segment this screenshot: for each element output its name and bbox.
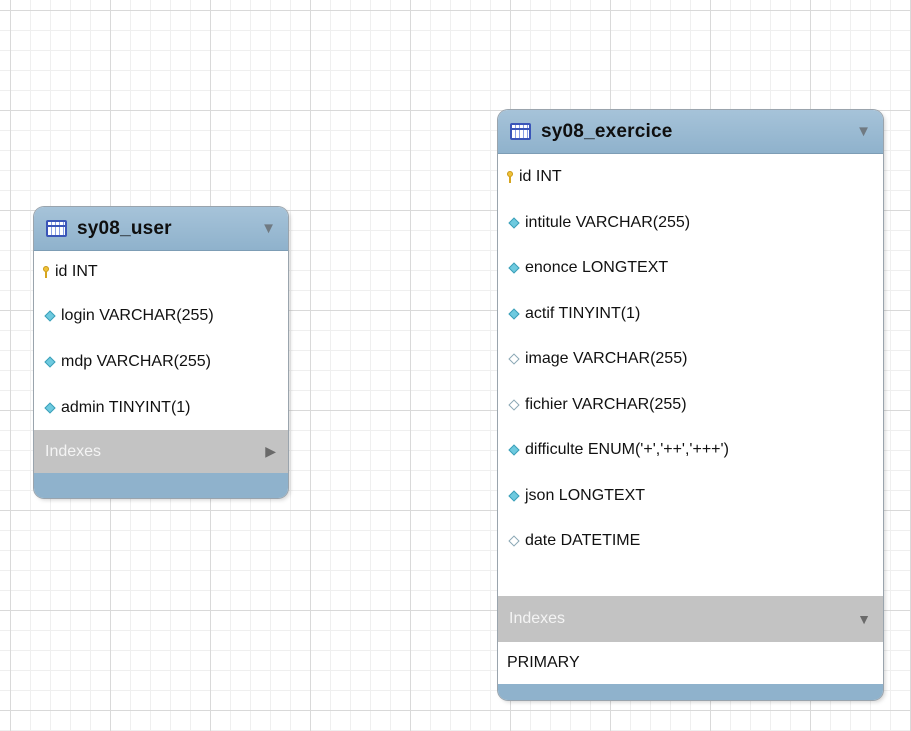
entity-sy08-user[interactable]: sy08_user ▼ id INT login VARCHAR(255) md… xyxy=(34,207,288,498)
table-icon xyxy=(510,123,531,140)
hollow-diamond-icon xyxy=(508,535,520,547)
column-row[interactable]: login VARCHAR(255) xyxy=(34,293,288,339)
column-row[interactable]: image VARCHAR(255) xyxy=(498,336,883,382)
column-label: actif TINYINT(1) xyxy=(525,304,641,322)
filled-diamond-icon xyxy=(508,444,520,456)
column-list: id INT login VARCHAR(255) mdp VARCHAR(25… xyxy=(34,251,288,430)
entity-title: sy08_exercice xyxy=(541,120,673,142)
filled-diamond-icon xyxy=(508,216,520,229)
column-label: admin TINYINT(1) xyxy=(61,398,191,416)
indexes-label: Indexes xyxy=(509,610,566,627)
filled-diamond-icon xyxy=(44,401,56,414)
entity-header[interactable]: sy08_exercice ▼ xyxy=(498,110,883,154)
column-label: enonce LONGTEXT xyxy=(525,259,669,276)
entity-footer xyxy=(34,473,288,498)
filled-diamond-icon xyxy=(44,356,56,368)
collapse-arrow-icon[interactable]: ▼ xyxy=(856,123,871,140)
filled-diamond-icon xyxy=(508,307,520,320)
column-row[interactable]: difficulte ENUM('+','++','+++') xyxy=(498,427,883,473)
column-label: login VARCHAR(255) xyxy=(61,307,214,324)
column-label: difficulte ENUM('+','++','+++') xyxy=(525,441,729,458)
column-row[interactable]: actif TINYINT(1) xyxy=(498,291,883,336)
indexes-bar[interactable]: Indexes ▼ xyxy=(498,596,883,642)
column-label: date DATETIME xyxy=(525,532,641,549)
filled-diamond-icon xyxy=(44,310,56,322)
column-label: json LONGTEXT xyxy=(525,486,646,504)
column-label: id INT xyxy=(519,168,562,185)
primary-key-icon xyxy=(43,266,49,278)
column-row[interactable]: fichier VARCHAR(255) xyxy=(498,382,883,427)
column-row[interactable]: json LONGTEXT xyxy=(498,473,883,518)
table-icon xyxy=(46,220,67,237)
entity-sy08-exercice[interactable]: sy08_exercice ▼ id INT intitule VARCHAR(… xyxy=(498,110,883,700)
column-list: id INT intitule VARCHAR(255) enonce LONG… xyxy=(498,154,883,596)
filled-diamond-icon xyxy=(508,489,520,502)
expand-arrow-icon[interactable]: ▶ xyxy=(265,443,276,460)
entity-title: sy08_user xyxy=(77,217,172,239)
column-row[interactable]: intitule VARCHAR(255) xyxy=(498,200,883,245)
column-row[interactable]: admin TINYINT(1) xyxy=(34,385,288,430)
column-row[interactable]: id INT xyxy=(34,251,288,293)
indexes-label: Indexes xyxy=(45,442,102,460)
column-row[interactable]: enonce LONGTEXT xyxy=(498,245,883,291)
column-label: mdp VARCHAR(255) xyxy=(61,353,211,370)
column-label: fichier VARCHAR(255) xyxy=(525,395,687,413)
entity-footer xyxy=(498,684,883,700)
hollow-diamond-icon xyxy=(508,398,520,411)
collapse-arrow-icon[interactable]: ▼ xyxy=(261,220,276,237)
hollow-diamond-icon xyxy=(508,353,520,365)
column-label: image VARCHAR(255) xyxy=(525,350,688,367)
column-row[interactable]: mdp VARCHAR(255) xyxy=(34,339,288,385)
column-label: id INT xyxy=(55,263,98,280)
column-row[interactable]: id INT xyxy=(498,154,883,200)
filled-diamond-icon xyxy=(508,262,520,274)
indexes-bar[interactable]: Indexes ▶ xyxy=(34,430,288,473)
index-row-primary[interactable]: PRIMARY xyxy=(498,642,883,684)
index-label: PRIMARY xyxy=(507,654,580,671)
column-row[interactable]: date DATETIME xyxy=(498,518,883,564)
column-label: intitule VARCHAR(255) xyxy=(525,213,691,231)
collapse-arrow-icon[interactable]: ▼ xyxy=(857,611,871,627)
entity-header[interactable]: sy08_user ▼ xyxy=(34,207,288,251)
primary-key-icon xyxy=(507,171,513,183)
